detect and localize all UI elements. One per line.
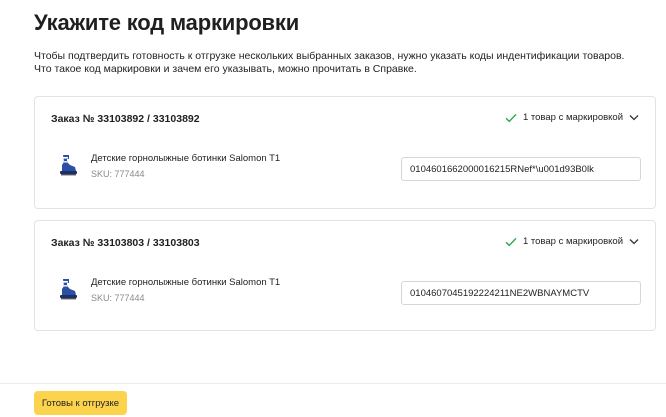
product-sku: SKU: 777444 <box>91 169 145 179</box>
marking-status-toggle[interactable]: 1 товар с маркировкой <box>505 236 639 247</box>
marking-status-label: 1 товар с маркировкой <box>522 236 623 247</box>
product-item: Детские горнолыжные ботинки Salomon T1 S… <box>55 277 280 304</box>
page-description: Чтобы подтвердить готовность к отгрузке … <box>34 50 625 75</box>
product-item: Детские горнолыжные ботинки Salomon T1 S… <box>55 153 280 180</box>
ready-to-ship-button[interactable]: Готовы к отгрузке <box>34 391 127 415</box>
order-title: Заказ № 33103803 / 33103803 <box>51 237 200 249</box>
check-icon <box>505 237 517 247</box>
chevron-down-icon <box>629 114 639 121</box>
marking-code-input[interactable] <box>401 157 641 181</box>
product-sku: SKU: 777444 <box>91 293 145 303</box>
chevron-down-icon <box>629 238 639 245</box>
ski-boot-icon <box>55 277 81 303</box>
page-title: Укажите код маркировки <box>34 10 300 35</box>
order-card: Заказ № 33103892 / 33103892 1 товар с ма… <box>34 96 656 209</box>
footer-divider <box>0 383 666 384</box>
order-card: Заказ № 33103803 / 33103803 1 товар с ма… <box>34 220 656 331</box>
check-icon <box>505 113 517 123</box>
order-title: Заказ № 33103892 / 33103892 <box>51 113 200 125</box>
marking-code-input[interactable] <box>401 281 641 305</box>
marking-status-toggle[interactable]: 1 товар с маркировкой <box>505 112 639 123</box>
product-name: Детские горнолыжные ботинки Salomon T1 <box>91 153 281 164</box>
marking-status-label: 1 товар с маркировкой <box>522 112 623 123</box>
ski-boot-icon <box>55 153 81 179</box>
product-name: Детские горнолыжные ботинки Salomon T1 <box>91 277 281 288</box>
